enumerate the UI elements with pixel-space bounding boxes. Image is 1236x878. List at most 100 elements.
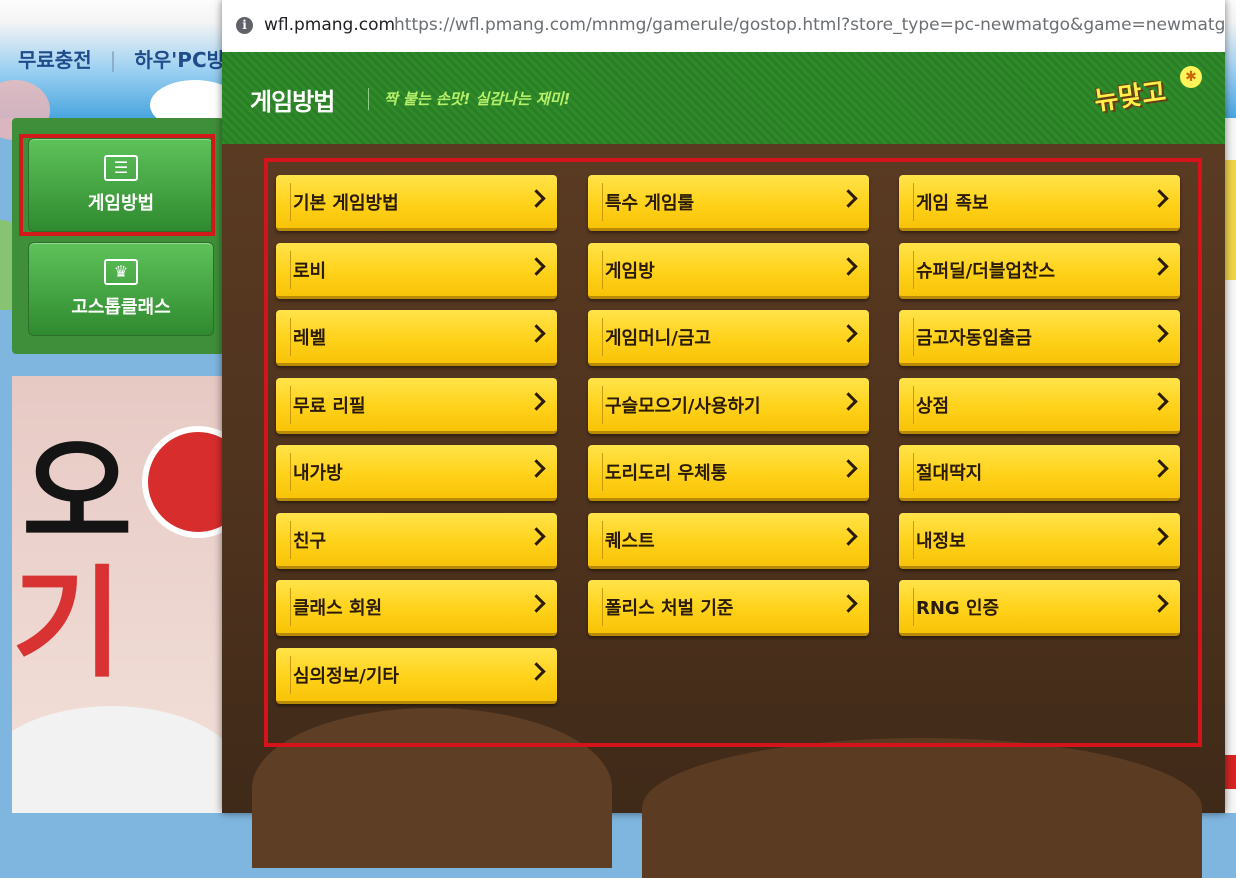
menu-item[interactable]: 클래스 회원 (276, 580, 557, 636)
menu-item-label: 로비 (293, 260, 327, 282)
menu-item-divider (290, 588, 291, 626)
menu-item-divider (913, 318, 914, 356)
menu-item-label: 도리도리 우체통 (605, 463, 728, 484)
menu-item-divider (602, 453, 603, 491)
menu-item[interactable]: 게임 족보 (899, 175, 1180, 231)
menu-item-divider (602, 250, 603, 289)
nav-free-charge[interactable]: 무료충전 (18, 48, 92, 72)
menu-item[interactable]: 폴리스 처벌 기준 (588, 580, 869, 636)
menu-item-divider (290, 318, 291, 356)
menu-item-divider (913, 453, 914, 491)
menu-item[interactable]: 금고자동입출금 (899, 310, 1180, 366)
menu-item-label: 절대딱지 (916, 463, 983, 484)
menu-item-divider (602, 183, 603, 221)
promo-banner[interactable]: 오 기적 (12, 376, 224, 813)
chevron-right-icon (839, 189, 858, 208)
menu-item-divider (913, 385, 914, 424)
crown-icon: ♛ (104, 259, 138, 285)
menu-item[interactable]: 슈퍼딜/더블업찬스 (899, 242, 1180, 299)
menu-item-divider (602, 318, 603, 356)
chevron-right-icon (527, 661, 546, 681)
menu-item-label: 폴리스 처벌 기준 (605, 598, 734, 619)
menu-item[interactable]: 구슬모으기/사용하기 (588, 377, 869, 434)
chevron-right-icon (527, 526, 546, 546)
chevron-right-icon (839, 391, 858, 411)
menu-item[interactable]: 게임방 (588, 242, 869, 299)
menu-item[interactable]: 퀘스트 (588, 512, 869, 569)
info-icon[interactable]: i (236, 17, 253, 34)
menu-item-label: 내가방 (293, 463, 343, 484)
header-tagline: 짝 붙는 손맛! 실감나는 재미! (384, 90, 571, 108)
chevron-right-icon (1150, 526, 1169, 546)
menu-item[interactable]: 기본 게임방법 (276, 175, 557, 231)
menu-item-label: 무료 리필 (293, 395, 366, 417)
menu-item[interactable]: RNG 인증 (899, 580, 1180, 636)
menu-item[interactable]: 무료 리필 (276, 377, 557, 434)
star-icon: ✱ (1180, 66, 1202, 88)
menu-item[interactable]: 심의정보/기타 (276, 647, 557, 704)
menu-item-divider (290, 183, 291, 221)
chevron-right-icon (839, 459, 858, 478)
side-class-label: 고스톱클래스 (71, 297, 171, 318)
address-domain: wfl.pmang.com (264, 15, 396, 35)
popup-header: 게임방법 짝 붙는 손맛! 실감나는 재미! 뉴맞고 ✱ (222, 52, 1225, 148)
background-right-image (1224, 160, 1236, 280)
menu-item-label: 심의정보/기타 (293, 665, 399, 687)
menu-item-label: 퀘스트 (605, 530, 655, 552)
menu-item-label: 게임방 (605, 260, 655, 282)
menu-item-divider (602, 588, 603, 626)
decor-hill (642, 738, 1202, 878)
address-url[interactable]: https://wfl.pmang.com/mnmg/gamerule/gost… (394, 15, 1225, 35)
menu-item-label: 기본 게임방법 (293, 193, 399, 214)
menu-item-divider (290, 520, 291, 559)
menu-item-divider (913, 588, 914, 626)
newmatgo-logo: 뉴맞고 (1092, 77, 1168, 117)
menu-item-label: 상점 (916, 395, 950, 417)
chevron-right-icon (839, 256, 858, 276)
menu-item-divider (913, 183, 914, 221)
menu-item-divider (913, 250, 914, 289)
header-divider (368, 88, 369, 110)
chevron-right-icon (1150, 256, 1169, 276)
menu-item[interactable]: 도리도리 우체통 (588, 445, 869, 501)
address-bar[interactable]: i wfl.pmang.com https://wfl.pmang.com/mn… (222, 0, 1225, 53)
chevron-right-icon (1150, 189, 1169, 208)
chevron-right-icon (1150, 391, 1169, 411)
banner-circle (142, 426, 224, 538)
menu-item[interactable]: 로비 (276, 242, 557, 299)
chevron-right-icon (527, 256, 546, 276)
menu-item[interactable]: 레벨 (276, 310, 557, 366)
chevron-right-icon (1150, 594, 1169, 613)
chevron-right-icon (527, 594, 546, 613)
menu-item[interactable]: 내가방 (276, 445, 557, 501)
menu-item-label: 친구 (293, 530, 327, 552)
menu-item-label: 슈퍼딜/더블업찬스 (916, 260, 1056, 282)
menu-item[interactable]: 특수 게임룰 (588, 175, 869, 231)
background-nav: 무료충전 | 하우'PC방 (18, 44, 243, 73)
chevron-right-icon (527, 391, 546, 411)
nav-pc-room[interactable]: 하우'PC방 (134, 48, 225, 72)
menu-item[interactable]: 절대딱지 (899, 445, 1180, 501)
menu-item-label: 금고자동입출금 (916, 328, 1032, 349)
menu-item-label: 클래스 회원 (293, 598, 383, 619)
menu-item-label: 내정보 (916, 530, 966, 552)
chevron-right-icon (1150, 459, 1169, 478)
menu-item[interactable]: 상점 (899, 377, 1180, 434)
chevron-right-icon (527, 459, 546, 478)
menu-item-divider (602, 385, 603, 424)
menu-item[interactable]: 친구 (276, 512, 557, 569)
nav-separator: | (109, 48, 117, 72)
menu-item[interactable]: 내정보 (899, 512, 1180, 569)
menu-item[interactable]: 게임머니/금고 (588, 310, 869, 366)
menu-item-divider (602, 520, 603, 559)
chevron-right-icon (1150, 324, 1169, 343)
chevron-right-icon (527, 189, 546, 208)
menu-item-label: 특수 게임룰 (605, 193, 695, 214)
howto-popup-window: i wfl.pmang.com https://wfl.pmang.com/mn… (222, 0, 1225, 878)
menu-item-divider (913, 520, 914, 559)
side-class-button[interactable]: ♛ 고스톱클래스 (28, 242, 214, 336)
banner-cloud (12, 706, 224, 813)
menu-item-divider (290, 655, 291, 694)
chevron-right-icon (527, 324, 546, 343)
chevron-right-icon (839, 526, 858, 546)
